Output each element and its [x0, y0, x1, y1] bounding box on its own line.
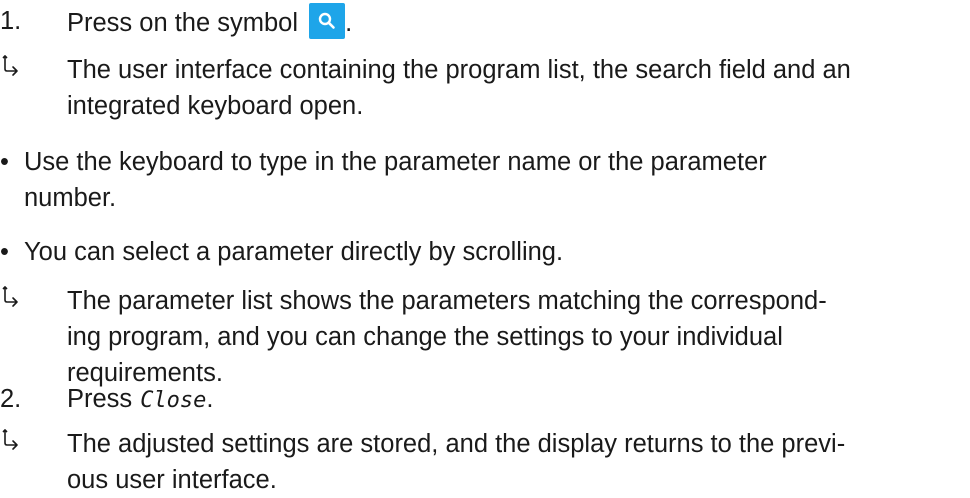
- bullet-1: • Use the keyboard to type in the parame…: [0, 144, 960, 216]
- step-2: 2. Press Close.: [0, 381, 960, 419]
- result-1-line-1: The user interface containing the progra…: [67, 56, 851, 84]
- step-text: Press on the symbol .: [67, 3, 960, 41]
- instruction-document: 1. Press on the symbol . The user interf…: [0, 0, 970, 494]
- bullet-2-line-1: You can select a parameter directly by s…: [24, 238, 564, 266]
- search-icon: [309, 3, 346, 39]
- step-text: Press Close.: [67, 381, 960, 419]
- result-text: The user interface containing the progra…: [67, 52, 960, 124]
- bullet-marker: •: [0, 238, 9, 266]
- result-3-line-1: The adjusted settings are stored, and th…: [67, 430, 846, 458]
- result-3-line-2: ous user interface.: [67, 466, 277, 494]
- step-number: 1.: [0, 7, 22, 35]
- result-arrow-icon: [0, 283, 22, 319]
- result-text: The adjusted settings are stored, and th…: [67, 426, 960, 498]
- result-1-line-2: integrated keyboard open.: [67, 92, 364, 120]
- step-1-period: .: [345, 9, 353, 37]
- result-arrow-icon: [0, 52, 22, 88]
- result-3: The adjusted settings are stored, and th…: [0, 426, 960, 498]
- bullet-1-line-1: Use the keyboard to type in the paramete…: [24, 148, 767, 176]
- bullet-1-line-2: number.: [24, 184, 117, 212]
- result-2: The parameter list shows the parameters …: [0, 283, 960, 391]
- step-2-label: Press: [67, 385, 133, 413]
- step-2-period: .: [206, 385, 214, 413]
- result-text: The parameter list shows the parameters …: [67, 283, 960, 391]
- step-number: 2.: [0, 385, 22, 413]
- bullet-text: You can select a parameter directly by s…: [24, 234, 960, 270]
- result-2-line-2: ing program, and you can change the sett…: [67, 323, 783, 351]
- step-1-label: Press on the symbol: [67, 9, 306, 37]
- bullet-text: Use the keyboard to type in the paramete…: [24, 144, 960, 216]
- bullet-2: • You can select a parameter directly by…: [0, 234, 960, 270]
- close-command: Close: [140, 388, 207, 413]
- result-arrow-icon: [0, 426, 22, 462]
- bullet-marker: •: [0, 148, 9, 176]
- result-1: The user interface containing the progra…: [0, 52, 960, 124]
- result-2-line-1: The parameter list shows the parameters …: [67, 287, 827, 315]
- step-1: 1. Press on the symbol .: [0, 3, 960, 41]
